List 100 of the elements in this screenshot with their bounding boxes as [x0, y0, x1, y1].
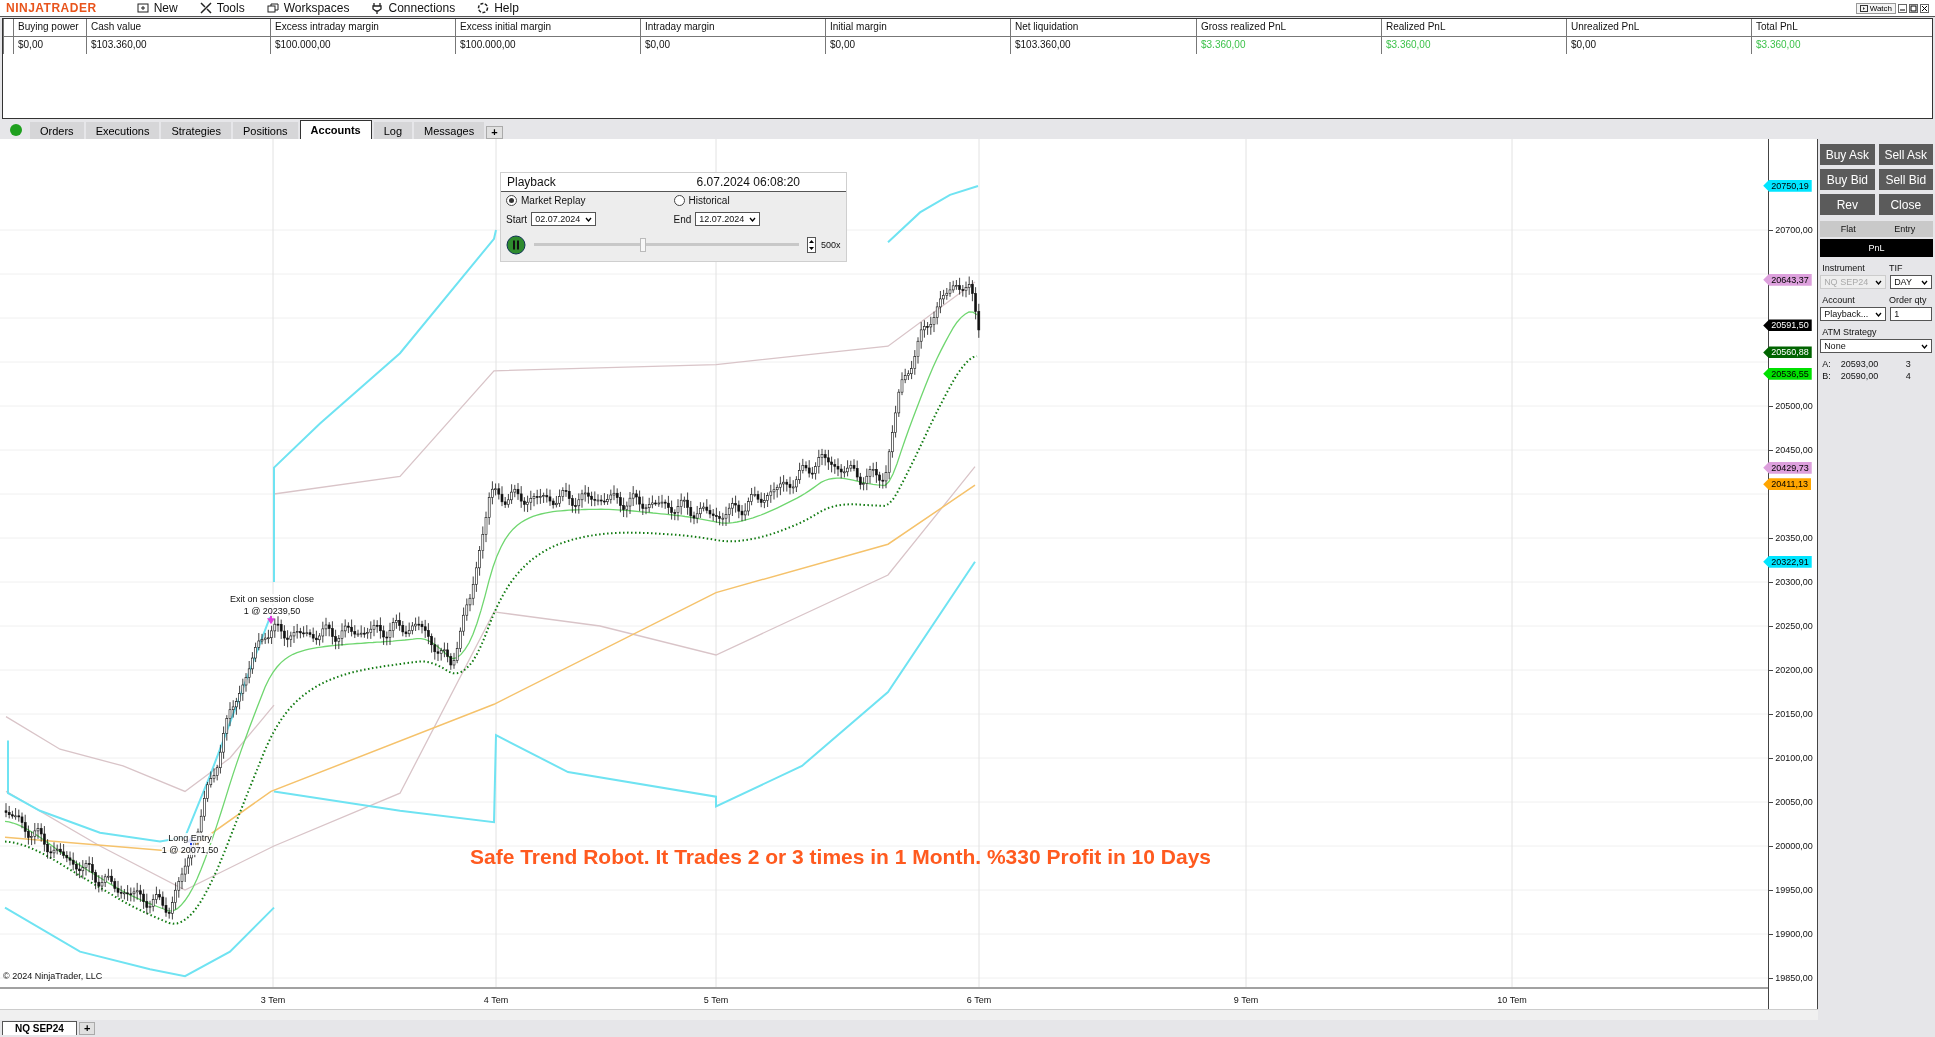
radio-label[interactable]: Historical — [688, 195, 730, 206]
trade-label: 1 @ 20239,50 — [243, 606, 301, 616]
order-button[interactable]: Buy Bid — [1820, 169, 1875, 190]
table-cell: $103.360,00 — [1010, 37, 1196, 54]
menu-item[interactable]: Help — [477, 1, 519, 15]
menu-item[interactable]: Connections — [371, 1, 456, 15]
plug-icon — [371, 2, 384, 14]
column-header[interactable]: Total PnL — [1751, 19, 1932, 37]
order-button[interactable]: Close — [1878, 194, 1933, 215]
tab[interactable]: Messages — [414, 122, 485, 139]
maximize-icon[interactable] — [1909, 3, 1918, 13]
account-dropdown[interactable]: Playback... — [1820, 307, 1887, 321]
price-tag: 20322,91 — [1763, 555, 1812, 568]
add-tab-button[interactable]: + — [486, 126, 503, 139]
price-label: 20450,00 — [1775, 445, 1813, 455]
atm-dropdown[interactable]: None — [1820, 339, 1933, 353]
menu-item[interactable]: Tools — [199, 1, 245, 15]
pnl-bar: PnL — [1820, 239, 1933, 257]
column-header[interactable]: Cash value — [86, 19, 270, 37]
order-button[interactable]: Sell Ask — [1878, 144, 1933, 165]
price-label: 19900,00 — [1775, 929, 1813, 939]
add-tab-button[interactable]: + — [78, 1022, 96, 1035]
tab[interactable]: Orders — [30, 122, 84, 139]
price-label: 20050,00 — [1775, 797, 1813, 807]
column-header[interactable]: Net liquidation — [1010, 19, 1196, 37]
trade-label: Exit on session close — [230, 594, 314, 604]
caption-text: Safe Trend Robot. It Trades 2 or 3 times in 1 Month. %330 Profit in 10 Days — [470, 845, 1212, 869]
caret-icon — [1875, 311, 1883, 317]
field-label: TIF — [1889, 263, 1904, 273]
column-header[interactable]: Excess intraday margin — [270, 19, 455, 37]
menu-item[interactable]: Workspaces — [266, 1, 350, 15]
status-dot — [10, 124, 22, 136]
order-button[interactable]: Buy Ask — [1820, 144, 1875, 165]
caret-icon — [1921, 343, 1929, 349]
price-label: 20700,00 — [1775, 225, 1813, 235]
spinner-icon[interactable] — [807, 237, 816, 253]
column-header[interactable]: Gross realized PnL — [1196, 19, 1381, 37]
radio-button[interactable] — [673, 195, 685, 206]
quote-text: 3 — [1905, 359, 1911, 369]
quote-text: A: — [1822, 359, 1831, 369]
price-label: 19950,00 — [1775, 885, 1813, 895]
column-header[interactable]: Buying power — [13, 19, 86, 37]
column-header[interactable]: Excess initial margin — [455, 19, 640, 37]
table-cell: $103.360,00 — [86, 37, 270, 54]
time-label: 10 Tem — [1497, 995, 1527, 1005]
price-tag: 20560,88 — [1763, 346, 1812, 359]
table-cell: $3.360,00 — [1751, 37, 1932, 54]
tab[interactable]: Executions — [85, 122, 160, 139]
radio-button[interactable] — [506, 195, 517, 206]
price-tag: 20411,13 — [1763, 478, 1812, 491]
price-label: 19850,00 — [1775, 973, 1813, 983]
price-label: 20500,00 — [1775, 401, 1813, 411]
quantity-field[interactable]: 1 — [1890, 307, 1933, 321]
radio-label[interactable]: Market Replay — [521, 195, 586, 206]
tab[interactable]: Strategies — [161, 122, 231, 139]
table-cell: $100.000,00 — [455, 37, 640, 54]
price-tag: 20750,19 — [1763, 179, 1812, 192]
trade-label: 1 @ 20071,50 — [161, 845, 219, 855]
close-icon[interactable] — [1920, 3, 1929, 13]
speed-value: 500x — [821, 240, 841, 250]
tif-dropdown[interactable]: DAY — [1890, 275, 1933, 289]
price-label: 20250,00 — [1775, 621, 1813, 631]
tab[interactable]: Log — [373, 122, 413, 139]
scrollbar[interactable] — [0, 1009, 1818, 1020]
time-label: 9 Tem — [1233, 995, 1259, 1005]
windows-icon — [266, 2, 279, 14]
playback-time: 6.07.2024 06:08:20 — [696, 175, 800, 189]
table-cell: $3.360,00 — [1196, 37, 1381, 54]
pause-button[interactable] — [506, 235, 526, 255]
date-dropdown[interactable]: 12.07.2024 — [695, 212, 761, 226]
trade-label: Long Entry — [168, 833, 212, 843]
field-label: ATM Strategy — [1822, 327, 1877, 337]
table-cell: $0,00 — [13, 37, 86, 54]
chart-tab[interactable]: NQ SEP24 — [2, 1021, 77, 1035]
column-header[interactable]: Intraday margin — [640, 19, 825, 37]
menu-item[interactable]: New — [136, 1, 178, 15]
time-label: 3 Tem — [260, 995, 286, 1005]
slider-thumb[interactable] — [640, 238, 647, 252]
caret-icon — [1921, 279, 1929, 285]
watch-button[interactable]: Watch — [1855, 2, 1896, 14]
column-header[interactable]: Unrealized PnL — [1566, 19, 1751, 37]
order-button[interactable]: Rev — [1820, 194, 1875, 215]
caret-icon — [749, 216, 757, 222]
order-button[interactable]: Sell Bid — [1878, 169, 1933, 190]
field-label: Instrument — [1822, 263, 1865, 273]
quote-text: B: — [1822, 371, 1831, 381]
date-dropdown[interactable]: 02.07.2024 — [531, 212, 597, 226]
tab[interactable]: Positions — [232, 122, 298, 139]
position-label: Entry — [1893, 223, 1917, 236]
time-label: 5 Tem — [703, 995, 729, 1005]
time-label: 6 Tem — [966, 995, 992, 1005]
column-header[interactable]: Initial margin — [825, 19, 1010, 37]
column-header[interactable]: Realized PnL — [1381, 19, 1566, 37]
price-tag: 20643,37 — [1763, 273, 1812, 286]
price-label: 20150,00 — [1775, 709, 1813, 719]
field-label: Account — [1822, 295, 1855, 305]
minimize-icon[interactable] — [1898, 3, 1907, 13]
price-tag: 20429,73 — [1763, 461, 1812, 474]
panel-title: Playback — [507, 175, 556, 189]
tab[interactable]: Accounts — [299, 120, 372, 139]
